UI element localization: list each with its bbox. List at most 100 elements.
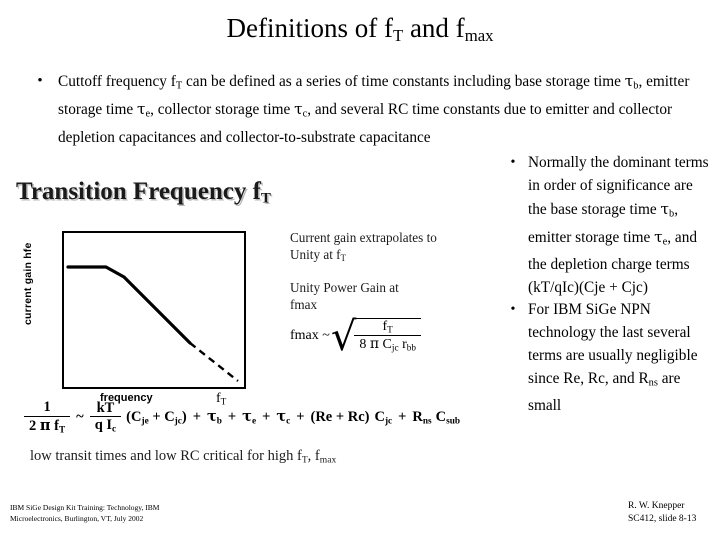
tau-b-symbol: τ — [624, 72, 634, 90]
tau-eq-tau-c-symbol: τ — [276, 408, 287, 426]
radical-sign-icon: √ — [330, 313, 357, 360]
tau-eq-rns-sub: ns — [422, 416, 432, 427]
fmax-denominator: 8 π Cjc rbb — [354, 335, 421, 353]
fmax-radicand: fT 8 π Cjc rbb — [354, 318, 421, 354]
fmax-den-r-sub: bb — [406, 342, 416, 353]
tau-eq-kt-num: kT — [96, 399, 115, 416]
embedded-footer-text-b: , f — [307, 448, 320, 464]
tau-eq-plus-2: + — [227, 408, 237, 425]
top-bullet-seg-2: can be defined as a series of time const… — [182, 73, 625, 90]
tau-eq-tau-c: τc — [276, 408, 290, 426]
fmax-equation-lead: fmax ~ — [290, 327, 330, 343]
tau-eq-lhs-den-2: 2 — [29, 417, 37, 434]
solid-gain-curve — [66, 265, 192, 345]
tau-eq-re-rc: (Re + Rc) — [310, 408, 370, 425]
footer-left-line-2: Microelectronics, Burlington, VT, July 2… — [10, 513, 144, 523]
tau-eq-kt-den: q Ic — [89, 416, 122, 435]
tau-eq-kt-fraction: kT q Ic — [89, 399, 122, 435]
title-text-2: and f — [403, 13, 465, 43]
embedded-heading: Transition Frequency fT — [16, 178, 271, 207]
embedded-footer-sub-b: max — [319, 454, 337, 466]
tau-eq-tau-e: τe — [242, 408, 256, 426]
right-bullet-list: • Normally the dominant terms in order o… — [498, 152, 714, 418]
tau-eq-approx: ~ — [76, 408, 84, 425]
fmax-num-sub: T — [387, 324, 393, 335]
title-sub-t: T — [392, 26, 404, 46]
tau-eq-cje-sub: je — [141, 416, 149, 427]
tau-eq-plus-4: + — [296, 408, 305, 425]
top-bullet-seg-1: Cuttoff frequency f — [58, 73, 176, 90]
embedded-heading-sub: T — [260, 190, 271, 207]
footer-left-line-1: IBM SiGe Design Kit Training: Technology… — [10, 503, 160, 512]
footer-right: R. W. Knepper SC412, slide 8-13 — [628, 500, 696, 526]
rb1-tau-b: τ — [660, 199, 669, 218]
right-bullet-text-2: For IBM SiGe NPN technology the last sev… — [528, 299, 714, 417]
tau-eq-plus-5: + — [398, 408, 407, 425]
title-text-1: Definitions of f — [226, 13, 393, 43]
right-bullet-text-1: Normally the dominant terms in order of … — [528, 152, 714, 299]
embedded-slide-image: Transition Frequency fT current gain hfe… — [8, 168, 500, 490]
title-sub-max: max — [464, 26, 494, 46]
top-bullet-item: • Cuttoff frequency fT can be defined as… — [22, 70, 698, 149]
tau-eq-cj-mid: + C — [148, 408, 175, 425]
tau-eq-lhs-den: 2 π fT — [24, 415, 71, 435]
tau-eq-csub-term: Csub — [432, 409, 460, 426]
rb1-tau-e: τ — [654, 227, 663, 246]
note-a-sub: T — [340, 252, 347, 263]
embedded-heading-text: Transition Frequency f — [16, 178, 261, 205]
note-a-text: Current gain extrapolates to Unity at f — [290, 230, 437, 262]
right-bullet-marker-2: • — [510, 302, 516, 318]
fmax-numerator: fT — [377, 319, 397, 335]
tau-eq-lhs-num: 1 — [43, 399, 51, 415]
page-title: Definitions of fT and fmax — [0, 13, 720, 46]
fmax-den-c: C — [382, 337, 392, 353]
tau-eq-cjc-sub: jc — [174, 416, 182, 427]
tau-eq-cjc-term: Cjc — [369, 409, 392, 426]
tau-eq-rns-term: Rns — [412, 409, 431, 426]
tau-eq-csub-sub: sub — [446, 416, 461, 427]
tau-eq-csub: C — [435, 408, 447, 425]
tau-equation: 1 2 π fT ~ kT q Ic (Cje + Cjc) + τb + τe… — [24, 399, 460, 435]
right-bullet-item-1: • Normally the dominant terms in order o… — [498, 152, 714, 299]
dashed-extrapolation-curve — [189, 342, 239, 382]
note-unity-power-gain: Unity Power Gain at fmax — [290, 280, 399, 312]
chart-curve-svg — [66, 265, 239, 382]
bullet-marker: • — [37, 73, 43, 89]
right-bullet-marker-1: • — [510, 155, 516, 170]
right-bullet-item-2: • For IBM SiGe NPN technology the last s… — [498, 299, 714, 417]
fmax-den-pi: π — [369, 336, 380, 353]
tau-eq-tau-b: τb — [207, 408, 222, 426]
rb1-seg-1: Normally the dominant terms in order of … — [528, 154, 709, 218]
footer-left: IBM SiGe Design Kit Training: Technology… — [10, 503, 159, 524]
tau-eq-kt-den-q: q I — [94, 417, 113, 434]
slide-canvas: Definitions of fT and fmax • Cuttoff fre… — [0, 0, 720, 540]
current-gain-chart: current gain hfe frequency fT — [22, 231, 246, 406]
tau-eq-plus-3: + — [262, 408, 271, 425]
tau-eq-cjc: C — [374, 408, 385, 425]
embedded-footer-text-a: low transit times and low RC critical fo… — [30, 448, 302, 464]
chart-y-axis-label: current gain hfe — [22, 242, 34, 325]
tau-eq-cap-group: (Cje + Cjc) — [121, 409, 187, 426]
tau-eq-lhs-fraction: 1 2 π fT — [24, 399, 71, 435]
fmax-den-8: 8 — [359, 337, 367, 353]
tau-eq-lhs-den-pi: π — [39, 416, 51, 434]
fmax-equation: fmax ~ √ fT 8 π Cjc rbb — [290, 313, 421, 360]
footer-slide-number: SC412, slide 8-13 — [628, 514, 697, 524]
tau-eq-cje-open: (C — [126, 408, 142, 425]
tau-eq-rns: R — [412, 408, 423, 425]
tau-eq-tau-e-symbol: τ — [242, 408, 252, 426]
top-bullet-seg-4: , collector storage time — [150, 100, 295, 118]
top-bullet-text: Cuttoff frequency fT can be defined as a… — [58, 70, 698, 149]
tau-eq-plus-1: + — [192, 408, 201, 425]
footer-author: R. W. Knepper — [628, 501, 685, 511]
tau-eq-lhs-den-f-sub: T — [58, 424, 66, 435]
tau-eq-kt-den-sub: c — [112, 424, 117, 435]
fmax-den-c-sub: jc — [391, 342, 399, 353]
fmax-fraction: fT 8 π Cjc rbb — [354, 319, 421, 354]
tau-eq-cjc-term-sub: jc — [384, 416, 393, 427]
tau-c-symbol: τ — [294, 99, 303, 118]
tau-eq-tau-b-symbol: τ — [206, 408, 217, 426]
note-current-gain-extrapolates: Current gain extrapolates to Unity at fT — [290, 230, 500, 266]
rb2-sub-ns: ns — [648, 377, 658, 389]
embedded-footer-note: low transit times and low RC critical fo… — [30, 448, 336, 465]
